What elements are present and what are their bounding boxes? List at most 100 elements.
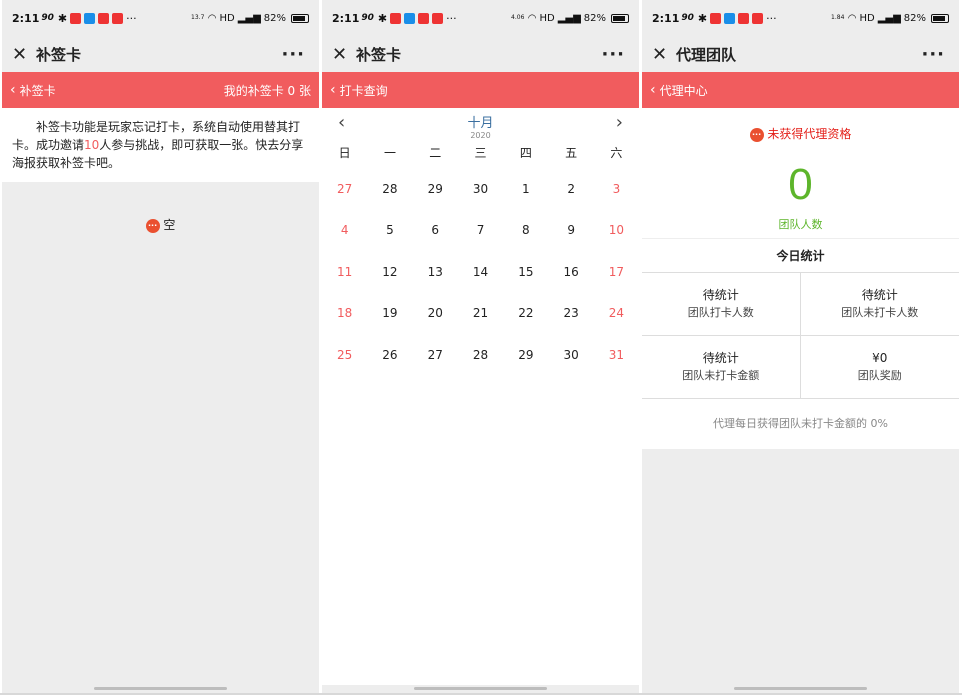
my-cards-count: 我的补签卡 0 张 xyxy=(223,83,311,98)
calendar-day[interactable]: 28 xyxy=(367,174,412,215)
bluetooth-icon: ✱ xyxy=(697,11,708,25)
signal-icon: ▂▄▆ xyxy=(877,12,901,24)
home-indicator[interactable] xyxy=(94,687,227,690)
chevron-left-icon[interactable]: ‹ xyxy=(650,82,656,98)
close-icon[interactable]: ✕ xyxy=(332,44,354,65)
battery-percent: 82% xyxy=(903,12,926,24)
calendar-day[interactable]: 30 xyxy=(458,174,503,215)
calendar-day[interactable]: 2 xyxy=(548,174,593,215)
calendar: ‹ 十月 2020 › 日一二三四五六 27 28 29 30 1 2 3 4 5 6 7 8 9 10 11… xyxy=(322,108,639,685)
calendar-day[interactable]: 15 xyxy=(503,257,548,298)
calendar-day[interactable]: 14 xyxy=(458,257,503,298)
calendar-day[interactable]: 10 xyxy=(594,215,639,256)
calendar-day[interactable]: 5 xyxy=(367,215,412,256)
weekday-header: 二 xyxy=(429,146,442,160)
calendar-day[interactable]: 9 xyxy=(548,215,593,256)
home-indicator[interactable] xyxy=(734,687,867,690)
more-notifications-icon: ··· xyxy=(446,11,457,25)
chevron-left-icon[interactable]: ‹ xyxy=(10,82,16,98)
notification-app-icon xyxy=(418,12,430,24)
calendar-day[interactable]: 30 xyxy=(548,340,593,381)
battery-icon xyxy=(931,13,949,23)
red-dots-icon: ··· xyxy=(145,218,160,233)
weekday-header: 三 xyxy=(474,146,487,160)
calendar-day[interactable]: 29 xyxy=(503,340,548,381)
wifi-icon: ◠ xyxy=(207,12,217,24)
status-speed: 90 xyxy=(681,13,694,23)
stat-value: ¥0 xyxy=(872,351,888,365)
more-dots-icon[interactable]: ··· xyxy=(281,44,305,65)
calendar-day[interactable]: 6 xyxy=(413,215,458,256)
calendar-day[interactable]: 3 xyxy=(594,174,639,215)
calendar-day[interactable]: 18 xyxy=(322,298,367,339)
signal-icon: ▂▄▆ xyxy=(237,12,261,24)
calendar-day[interactable]: 11 xyxy=(322,257,367,298)
calendar-month: 十月 xyxy=(467,116,494,131)
signal-icon: ▂▄▆ xyxy=(557,12,581,24)
stat-cell: ¥0 团队奖励 xyxy=(800,336,959,399)
calendar-day[interactable]: 7 xyxy=(458,215,503,256)
calendar-day[interactable]: 20 xyxy=(413,298,458,339)
calendar-day[interactable]: 22 xyxy=(503,298,548,339)
makeup-card-screen: 2:11 90 ✱ ··· 13.7 ◠ HD ▂▄▆ 82% ✕ 补签卡 ··… xyxy=(2,0,319,695)
calendar-day[interactable]: 21 xyxy=(458,298,503,339)
calendar-day[interactable]: 4 xyxy=(322,215,367,256)
calendar-day[interactable]: 26 xyxy=(367,340,412,381)
hd-label: HD xyxy=(219,12,235,24)
stat-label: 团队奖励 xyxy=(857,369,902,382)
status-time: 2:11 xyxy=(12,11,40,25)
calendar-day[interactable]: 16 xyxy=(548,257,593,298)
notification-app-icon xyxy=(724,12,736,24)
title-bar: ✕ 补签卡 ··· xyxy=(2,36,319,72)
calendar-header: ‹ 十月 2020 › xyxy=(322,108,639,144)
three-screen-composite: 2:11 90 ✱ ··· 13.7 ◠ HD ▂▄▆ 82% ✕ 补签卡 ··… xyxy=(0,0,962,695)
agent-stats-card: ··· 未获得代理资格 0 团队人数 今日统计 待统计 团队打卡人数 待统计 团… xyxy=(642,108,959,449)
status-time: 2:11 xyxy=(652,11,680,25)
calendar-day[interactable]: 8 xyxy=(503,215,548,256)
notification-app-icon xyxy=(390,12,402,24)
calendar-day[interactable]: 19 xyxy=(367,298,412,339)
status-speed: 90 xyxy=(361,13,374,23)
chevron-left-icon[interactable]: ‹ xyxy=(330,82,336,98)
calendar-day[interactable]: 1 xyxy=(503,174,548,215)
calendar-day[interactable]: 23 xyxy=(548,298,593,339)
calendar-grid: 日一二三四五六 27 28 29 30 1 2 3 4 5 6 7 8 9 10 11 12 13 14 15 16 17… xyxy=(322,144,639,381)
calendar-year: 2020 xyxy=(470,131,491,140)
weekday-header: 日 xyxy=(338,146,351,160)
calendar-day[interactable]: 31 xyxy=(594,340,639,381)
notification-app-icon xyxy=(738,12,750,24)
calendar-day[interactable]: 28 xyxy=(458,340,503,381)
more-dots-icon[interactable]: ··· xyxy=(921,44,945,65)
home-indicator[interactable] xyxy=(414,687,547,690)
calendar-day[interactable]: 13 xyxy=(413,257,458,298)
header-left-label[interactable]: 代理中心 xyxy=(660,82,708,99)
team-count: 0 xyxy=(788,160,813,209)
check-in-query-screen: 2:11 90 ✱ ··· 4.06 ◠ HD ▂▄▆ 82% ✕ 补签卡 ··… xyxy=(322,0,639,695)
calendar-day[interactable]: 29 xyxy=(413,174,458,215)
more-dots-icon[interactable]: ··· xyxy=(601,44,625,65)
battery-percent: 82% xyxy=(263,12,286,24)
header-left-label[interactable]: 打卡查询 xyxy=(340,82,388,99)
agent-team-screen: 2:11 90 ✱ ··· 1.84 ◠ HD ▂▄▆ 82% ✕ 代理团队 ·… xyxy=(642,0,959,695)
title-bar: ✕ 补签卡 ··· xyxy=(322,36,639,72)
status-right: 13.7 ◠ HD ▂▄▆ 82% xyxy=(191,0,309,36)
more-notifications-icon: ··· xyxy=(126,11,137,25)
calendar-day[interactable]: 25 xyxy=(322,340,367,381)
header-left-label[interactable]: 补签卡 xyxy=(20,82,56,99)
calendar-day[interactable]: 27 xyxy=(413,340,458,381)
close-icon[interactable]: ✕ xyxy=(652,44,674,65)
close-icon[interactable]: ✕ xyxy=(12,44,34,65)
notification-app-icon xyxy=(70,12,82,24)
weekday-header: 四 xyxy=(519,146,532,160)
next-month-chevron-right-icon[interactable]: › xyxy=(616,112,623,133)
notification-app-icon xyxy=(432,12,444,24)
calendar-day[interactable]: 27 xyxy=(322,174,367,215)
stat-cell: 待统计 团队打卡人数 xyxy=(642,273,801,336)
stat-value: 待统计 xyxy=(702,351,739,365)
calendar-day[interactable]: 24 xyxy=(594,298,639,339)
prev-month-chevron-left-icon[interactable]: ‹ xyxy=(338,112,345,133)
network-speed: 1.84 xyxy=(831,14,845,21)
status-bar: 2:11 90 ✱ ··· 4.06 ◠ HD ▂▄▆ 82% xyxy=(322,0,639,36)
calendar-day[interactable]: 12 xyxy=(367,257,412,298)
calendar-day[interactable]: 17 xyxy=(594,257,639,298)
